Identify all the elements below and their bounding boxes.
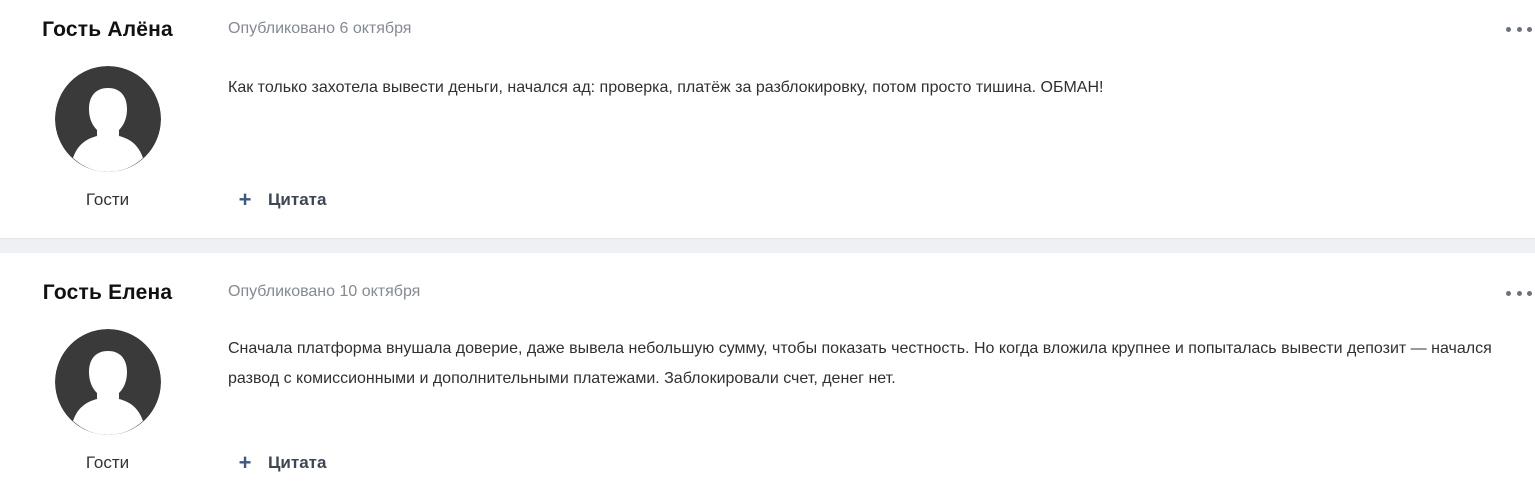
- author-name[interactable]: Гость Елена: [0, 281, 215, 305]
- avatar[interactable]: [55, 66, 161, 172]
- post-1: Гость Алёна Гости Опубликовано 6 октября…: [0, 0, 1535, 238]
- user-group-label: Гости: [85, 453, 130, 472]
- post-2: Гость Елена Гости Опубликовано 10 октябр…: [0, 253, 1535, 485]
- post-content: Как только захотела вывести деньги, нача…: [228, 79, 1104, 96]
- quote-button[interactable]: + Цитата: [237, 450, 327, 475]
- post-content: Сначала платформа внушала доверие, даже …: [228, 340, 1492, 387]
- author-name[interactable]: Гость Алёна: [0, 18, 215, 42]
- post-menu-ellipsis-icon[interactable]: [1506, 24, 1532, 34]
- quote-label: Цитата: [268, 453, 327, 472]
- post-date[interactable]: Опубликовано 10 октября: [228, 283, 420, 301]
- dot-icon: [1516, 26, 1522, 32]
- post-separator: [0, 238, 1535, 254]
- dot-icon: [1527, 26, 1532, 32]
- dot-icon: [1506, 290, 1511, 296]
- quote-label: Цитата: [268, 190, 327, 209]
- plus-icon: +: [238, 187, 252, 212]
- dot-icon: [1516, 290, 1522, 296]
- dot-icon: [1527, 290, 1532, 296]
- post-menu-ellipsis-icon[interactable]: [1506, 288, 1532, 298]
- user-group-label: Гости: [85, 190, 130, 209]
- plus-icon: +: [238, 450, 252, 475]
- user-silhouette-icon: [55, 66, 161, 172]
- avatar[interactable]: [55, 329, 161, 435]
- user-silhouette-icon: [55, 329, 161, 435]
- post-date[interactable]: Опубликовано 6 октября: [228, 20, 411, 38]
- dot-icon: [1506, 26, 1511, 32]
- quote-button[interactable]: + Цитата: [237, 187, 327, 212]
